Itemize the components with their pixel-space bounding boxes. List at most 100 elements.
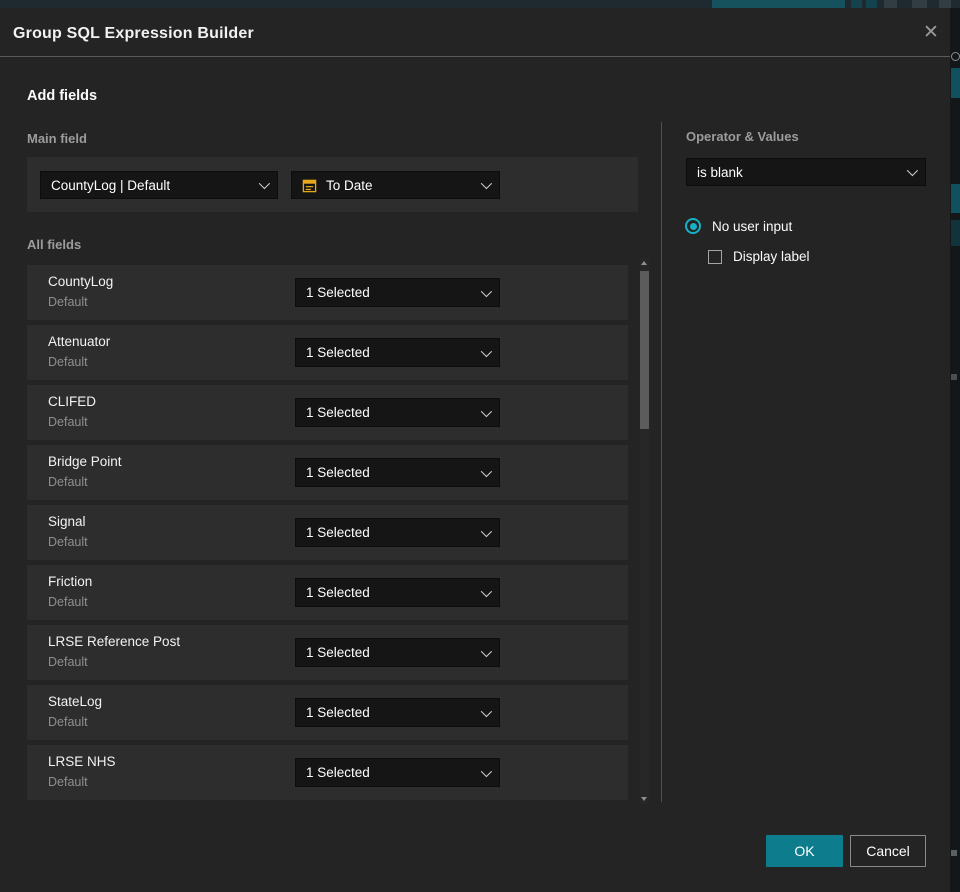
field-name: CountyLog: [48, 274, 114, 289]
field-name: LRSE NHS: [48, 754, 116, 769]
main-field-select-value: CountyLog | Default: [51, 177, 171, 193]
chevron-down-icon: [480, 705, 493, 717]
background-item: [951, 68, 960, 98]
background-live-view-button: Live view: [712, 0, 845, 8]
field-type: Default: [48, 475, 88, 489]
field-type: Default: [48, 775, 88, 789]
background-button: [939, 0, 951, 8]
chevron-down-icon: [906, 164, 919, 177]
field-values-select[interactable]: 1 Selected: [295, 338, 500, 367]
field-values-select[interactable]: 1 Selected: [295, 578, 500, 607]
chevron-down-icon: [480, 645, 493, 657]
close-icon[interactable]: ✕: [916, 16, 946, 48]
scrollbar-up-icon[interactable]: [641, 261, 647, 265]
chevron-down-icon: [480, 177, 493, 190]
field-type: Default: [48, 355, 88, 369]
field-values-count: 1 Selected: [306, 345, 370, 360]
field-values-count: 1 Selected: [306, 645, 370, 660]
calendar-icon: [302, 179, 317, 192]
screen: Live view Group SQL Expression Builder ✕…: [0, 0, 960, 892]
operator-select[interactable]: is blank: [686, 158, 926, 186]
display-label-checkbox[interactable]: Display label: [708, 249, 810, 264]
panel-divider: [661, 122, 662, 802]
display-label-label: Display label: [733, 249, 810, 264]
field-values-count: 1 Selected: [306, 705, 370, 720]
field-values-select[interactable]: 1 Selected: [295, 398, 500, 427]
field-name: Bridge Point: [48, 454, 122, 469]
field-name: Friction: [48, 574, 93, 589]
background-button: [884, 0, 897, 8]
field-values-count: 1 Selected: [306, 285, 370, 300]
field-values-count: 1 Selected: [306, 525, 370, 540]
chevron-down-icon: [480, 525, 493, 537]
field-values-select[interactable]: 1 Selected: [295, 758, 500, 787]
title-divider: [0, 56, 950, 57]
field-row: StateLog Default 1 Selected: [27, 685, 628, 740]
background-item: [951, 850, 957, 856]
field-type: Default: [48, 535, 88, 549]
checkbox-unchecked-icon: [708, 249, 722, 264]
chevron-down-icon: [258, 177, 271, 190]
main-field-date-select[interactable]: To Date: [291, 171, 500, 199]
field-row: LRSE NHS Default 1 Selected: [27, 745, 628, 800]
chevron-down-icon: [480, 465, 493, 477]
main-field-panel: CountyLog | Default To Date: [27, 157, 638, 212]
background-button: [866, 0, 877, 8]
chevron-down-icon: [480, 345, 493, 357]
field-row: CountyLog Default 1 Selected: [27, 265, 628, 320]
field-row: Signal Default 1 Selected: [27, 505, 628, 560]
add-fields-heading: Add fields: [27, 88, 98, 104]
field-values-select[interactable]: 1 Selected: [295, 698, 500, 727]
field-row: CLIFED Default 1 Selected: [27, 385, 628, 440]
scrollbar-thumb[interactable]: [640, 271, 649, 429]
background-button: [912, 0, 927, 8]
background-button: [851, 0, 862, 8]
field-type: Default: [48, 415, 88, 429]
background-toolbar: Live view: [0, 0, 960, 8]
no-user-input-label: No user input: [712, 218, 793, 234]
background-right-edge: [950, 8, 960, 892]
no-user-input-radio[interactable]: No user input: [685, 218, 792, 234]
field-values-count: 1 Selected: [306, 765, 370, 780]
main-field-select[interactable]: CountyLog | Default: [40, 171, 278, 199]
chevron-down-icon: [480, 585, 493, 597]
field-values-select[interactable]: 1 Selected: [295, 278, 500, 307]
scrollbar[interactable]: [640, 258, 649, 804]
field-name: CLIFED: [48, 394, 97, 409]
main-field-label: Main field: [27, 131, 87, 146]
field-values-count: 1 Selected: [306, 405, 370, 420]
background-dot-icon: [951, 52, 960, 61]
field-values-select[interactable]: 1 Selected: [295, 458, 500, 487]
chevron-down-icon: [480, 285, 493, 297]
field-name: Attenuator: [48, 334, 111, 349]
scrollbar-down-icon[interactable]: [641, 797, 647, 801]
operator-select-value: is blank: [697, 164, 743, 180]
field-type: Default: [48, 715, 88, 729]
main-field-date-value: To Date: [326, 177, 373, 193]
dialog-title: Group SQL Expression Builder: [13, 25, 254, 42]
field-values-select[interactable]: 1 Selected: [295, 638, 500, 667]
dialog-group-sql-expression-builder: Group SQL Expression Builder ✕ Add field…: [0, 8, 950, 892]
all-fields-label: All fields: [27, 237, 82, 252]
field-type: Default: [48, 595, 88, 609]
background-item: [951, 374, 957, 380]
field-row: LRSE Reference Post Default 1 Selected: [27, 625, 628, 680]
operator-values-label: Operator & Values: [686, 129, 799, 144]
radio-selected-icon: [685, 218, 701, 234]
field-type: Default: [48, 295, 88, 309]
background-item: [951, 220, 960, 246]
field-values-select[interactable]: 1 Selected: [295, 518, 500, 547]
field-name: Signal: [48, 514, 86, 529]
field-row: Bridge Point Default 1 Selected: [27, 445, 628, 500]
background-item: [951, 184, 960, 213]
field-values-count: 1 Selected: [306, 465, 370, 480]
chevron-down-icon: [480, 765, 493, 777]
field-values-count: 1 Selected: [306, 585, 370, 600]
field-type: Default: [48, 655, 88, 669]
cancel-button[interactable]: Cancel: [850, 835, 926, 867]
field-row: Attenuator Default 1 Selected: [27, 325, 628, 380]
field-name: StateLog: [48, 694, 103, 709]
field-name: LRSE Reference Post: [48, 634, 181, 649]
ok-button[interactable]: OK: [766, 835, 843, 867]
chevron-down-icon: [480, 405, 493, 417]
